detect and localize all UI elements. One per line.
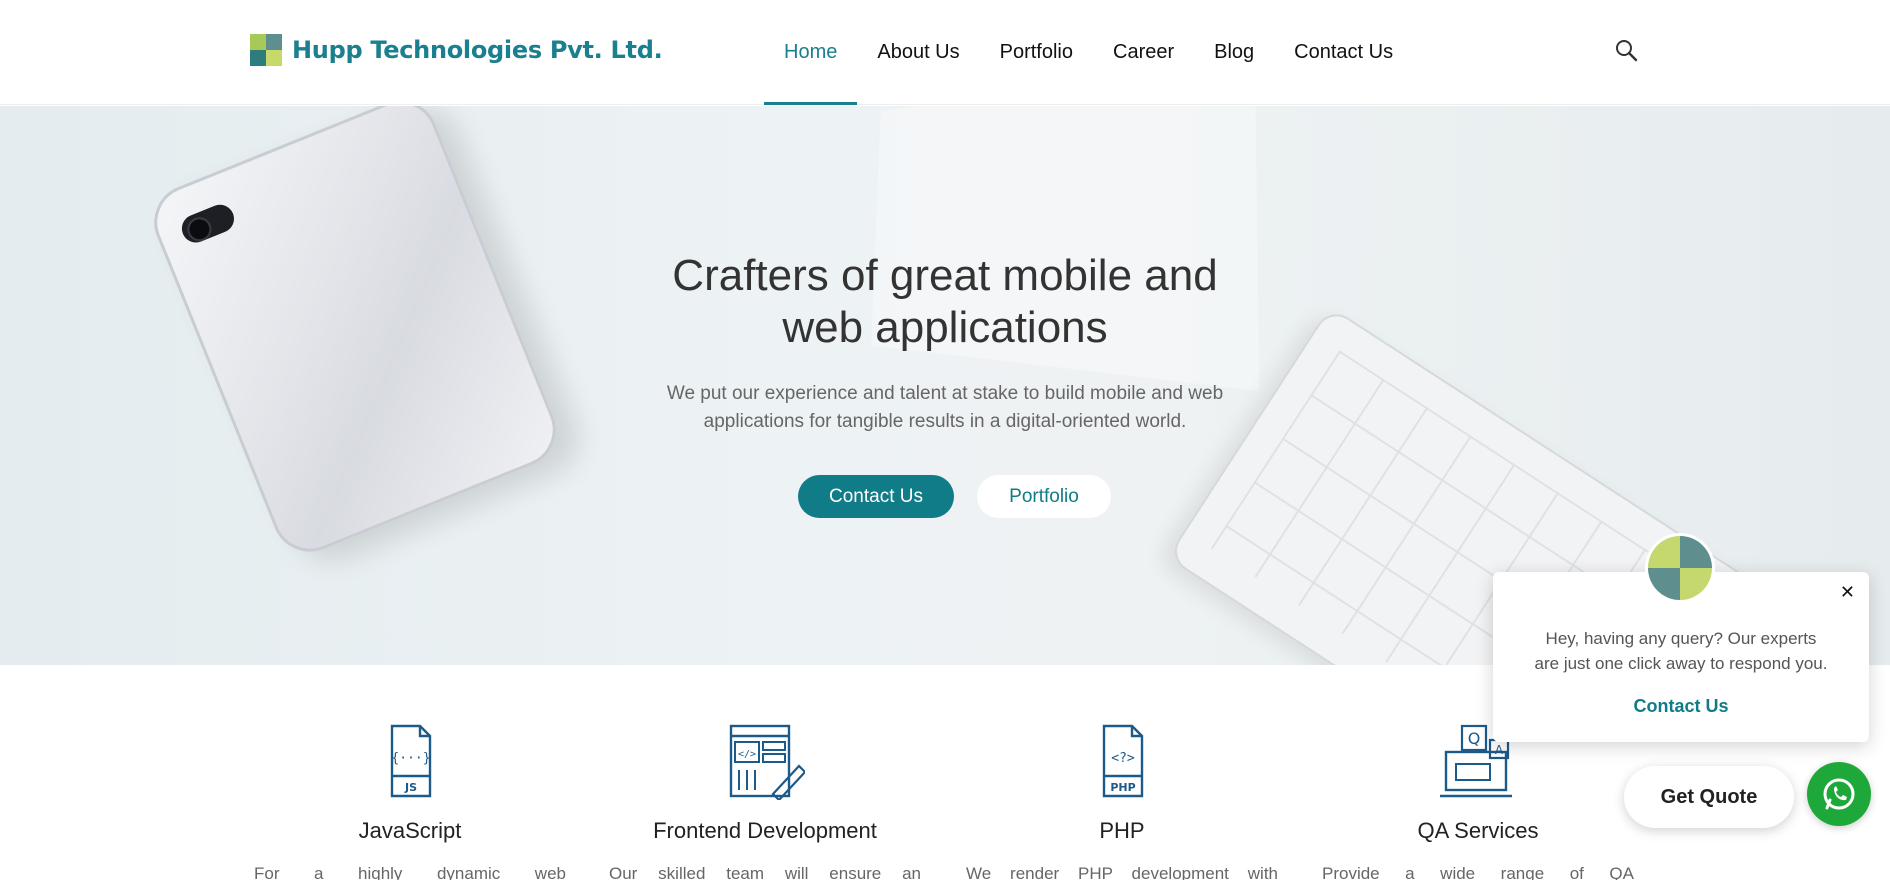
site-header: Hupp Technologies Pvt. Ltd. Home About U…: [0, 0, 1890, 105]
chat-message: Hey, having any query? Our experts are j…: [1511, 626, 1851, 676]
chat-avatar: [1648, 536, 1712, 600]
nav-item-home[interactable]: Home: [764, 0, 858, 105]
nav-item-career[interactable]: Career: [1093, 0, 1194, 105]
service-description: Our skilled team will ensure an: [609, 864, 921, 880]
service-card-javascript[interactable]: {···} JS JavaScript For a highly dynamic…: [250, 722, 570, 880]
svg-text:{···}: {···}: [391, 751, 430, 766]
chat-message-line-2: are just one click away to respond you.: [1534, 654, 1828, 673]
nav-item-blog[interactable]: Blog: [1194, 0, 1274, 105]
main-nav: Home About Us Portfolio Career Blog Cont…: [764, 0, 1413, 105]
chat-message-line-1: Hey, having any query? Our experts: [1545, 629, 1817, 648]
whatsapp-icon[interactable]: [1807, 762, 1871, 826]
code-editor-icon: </>: [729, 724, 805, 800]
hero-portfolio-button[interactable]: Portfolio: [977, 475, 1111, 518]
brand-logo[interactable]: Hupp Technologies Pvt. Ltd.: [250, 34, 663, 66]
svg-text:JS: JS: [404, 781, 417, 794]
get-quote-button[interactable]: Get Quote: [1624, 766, 1794, 828]
service-description: For a highly dynamic web: [254, 864, 566, 880]
nav-item-contact-us[interactable]: Contact Us: [1274, 0, 1413, 105]
service-title: PHP: [1099, 818, 1145, 843]
logo-mark-icon: [250, 34, 282, 66]
service-title: Frontend Development: [653, 818, 877, 843]
brand-name: Hupp Technologies Pvt. Ltd.: [292, 36, 663, 64]
hero-title-line-2: web applications: [782, 303, 1108, 352]
hero-subtitle-line-1: We put our experience and talent at stak…: [666, 383, 1224, 404]
chat-contact-us-link[interactable]: Contact Us: [1493, 696, 1869, 717]
service-description: We render PHP development with: [966, 864, 1278, 880]
service-card-qa[interactable]: Q A QA Services Provide a wide range of …: [1318, 722, 1638, 880]
javascript-file-icon: {···} JS: [390, 724, 432, 798]
php-file-icon: <?> PHP: [1102, 724, 1144, 798]
svg-text:PHP: PHP: [1110, 781, 1135, 794]
hero-contact-us-button[interactable]: Contact Us: [798, 475, 954, 518]
close-icon[interactable]: ✕: [1840, 582, 1855, 603]
search-icon[interactable]: [1614, 38, 1640, 64]
chat-popup: ✕ Hey, having any query? Our experts are…: [1493, 536, 1869, 742]
svg-text:Q: Q: [1468, 729, 1481, 748]
hero-title-line-1: Crafters of great mobile and: [672, 251, 1218, 300]
hero-title: Crafters of great mobile and web applica…: [560, 250, 1330, 354]
service-title: QA Services: [1417, 818, 1539, 843]
svg-text:<?>: <?>: [1111, 751, 1135, 766]
nav-item-portfolio[interactable]: Portfolio: [980, 0, 1093, 105]
service-card-php[interactable]: <?> PHP PHP We render PHP development wi…: [962, 722, 1282, 880]
hero-subtitle-line-2: applications for tangible results in a d…: [703, 411, 1187, 432]
svg-text:</>: </>: [738, 749, 756, 760]
service-description: Provide a wide range of QA: [1322, 864, 1634, 880]
hero-subtitle: We put our experience and talent at stak…: [590, 380, 1300, 436]
svg-text:A: A: [1495, 743, 1504, 757]
service-card-frontend[interactable]: </> Frontend Development Our skilled tea…: [605, 722, 925, 880]
nav-item-about-us[interactable]: About Us: [857, 0, 979, 105]
service-title: JavaScript: [358, 818, 462, 843]
hero-phone-image: [142, 106, 568, 563]
